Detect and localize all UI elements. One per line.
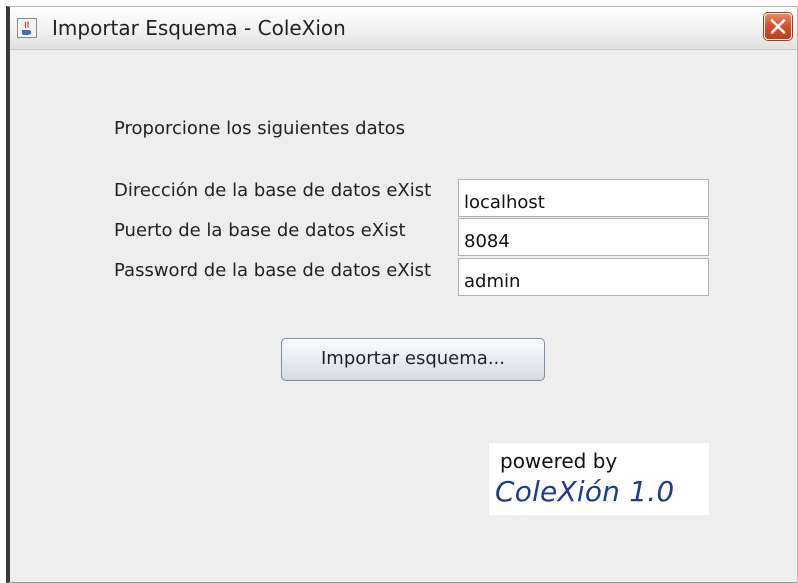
host-label: Dirección de la base de datos eXist xyxy=(114,180,432,201)
import-schema-button[interactable]: Importar esquema... xyxy=(281,338,545,381)
password-input[interactable] xyxy=(458,258,709,296)
password-label: Password de la base de datos eXist xyxy=(114,260,432,281)
window-title: Importar Esquema - ColeXion xyxy=(52,16,346,40)
close-button[interactable] xyxy=(764,13,792,40)
powered-by-logo: powered by ColeXión 1.0 xyxy=(489,443,709,515)
port-label: Puerto de la base de datos eXist xyxy=(114,220,406,241)
powered-by-text: powered by xyxy=(500,449,618,473)
title-bar[interactable]: Importar Esquema - ColeXion xyxy=(10,7,797,50)
close-icon xyxy=(770,19,786,34)
java-cup-icon xyxy=(17,18,37,38)
dialog-window: Importar Esquema - ColeXion Proporcione … xyxy=(6,6,798,583)
intro-text: Proporcione los siguientes datos xyxy=(114,118,406,139)
host-input[interactable] xyxy=(458,179,709,217)
port-input[interactable] xyxy=(458,218,709,256)
product-brand: ColeXión 1.0 xyxy=(495,475,675,508)
